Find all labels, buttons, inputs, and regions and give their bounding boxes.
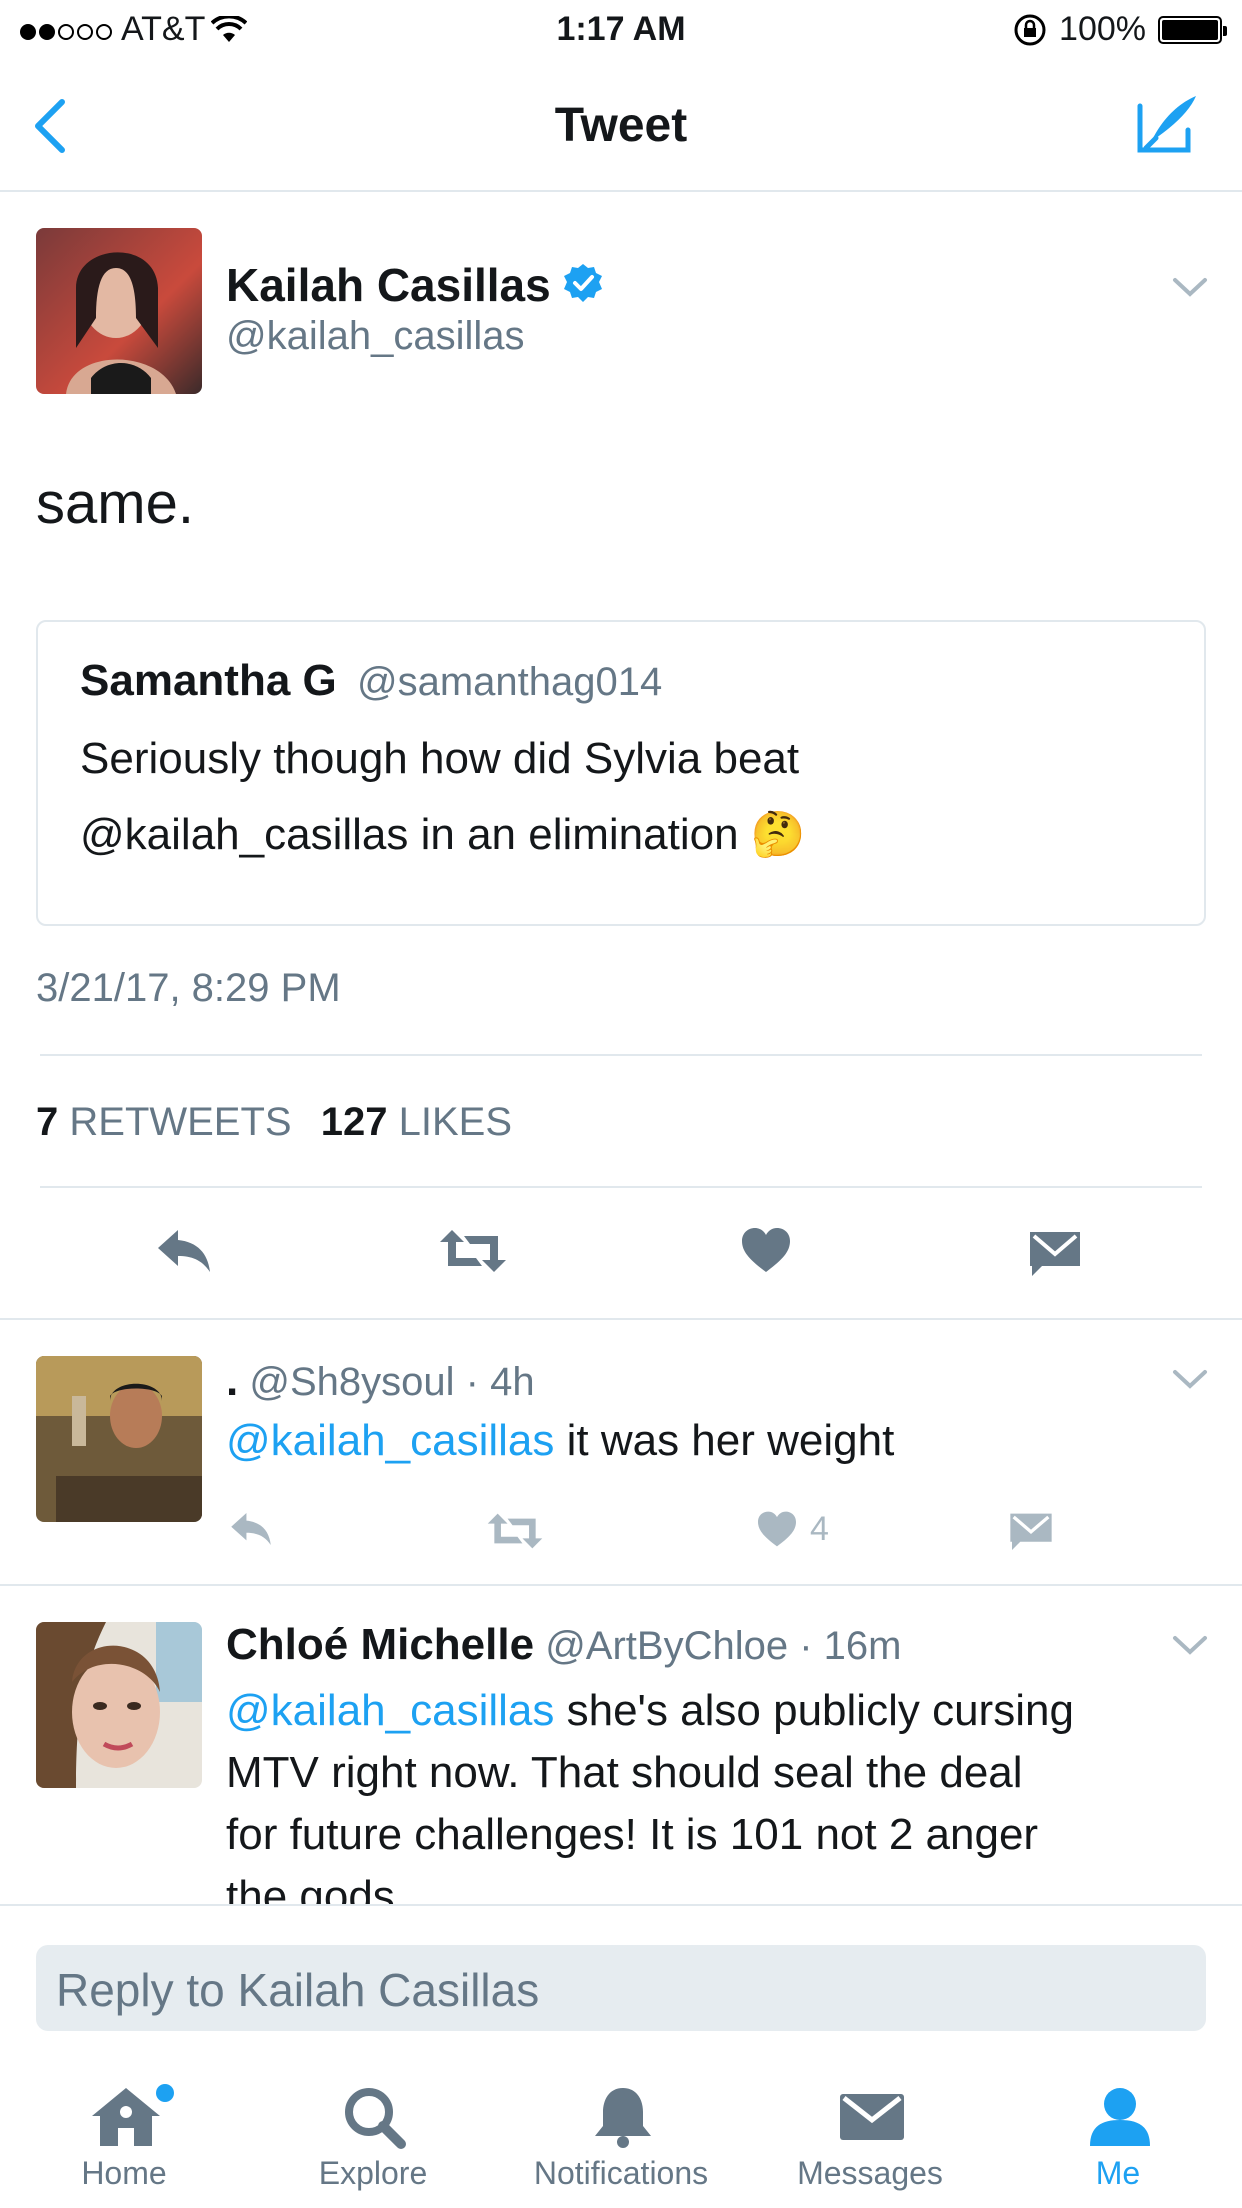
home-icon bbox=[92, 2088, 160, 2146]
bell-icon bbox=[595, 2088, 651, 2148]
divider bbox=[40, 1054, 1202, 1056]
tweet-menu-chevron-down-icon[interactable] bbox=[1172, 276, 1208, 298]
reply-text: @kailah_casillas she's also publicly cur… bbox=[226, 1680, 1074, 1904]
reply-avatar-image bbox=[36, 1356, 202, 1522]
author-avatar[interactable] bbox=[36, 228, 202, 394]
reply-avatar-image bbox=[36, 1622, 202, 1788]
reply-body-line2: MTV right now. That should seal the deal bbox=[226, 1748, 1023, 1797]
status-bar: AT&T 1:17 AM 100% bbox=[0, 0, 1242, 60]
author-handle[interactable]: @kailah_casillas bbox=[226, 314, 525, 359]
tab-bar: Home Explore Notifications Messages Me bbox=[0, 2060, 1242, 2208]
tab-label: Explore bbox=[318, 2155, 428, 2191]
quoted-author-handle: @samanthag014 bbox=[356, 660, 663, 704]
quoted-tweet[interactable]: Samantha G @samanthag014 Seriously thoug… bbox=[36, 620, 1206, 926]
reply-time: · 4h bbox=[465, 1360, 535, 1404]
retweets-count: 7 bbox=[36, 1100, 59, 1144]
retweet-icon[interactable] bbox=[440, 1230, 506, 1272]
reply-author-handle: @ArtByChloe bbox=[545, 1624, 789, 1668]
reply-author-name: . bbox=[226, 1356, 239, 1405]
reply-actions: 4 bbox=[0, 1506, 1242, 1556]
reply-body-line1: she's also publicly cursing bbox=[554, 1686, 1074, 1735]
compose-icon bbox=[1137, 96, 1196, 153]
reply-avatar[interactable] bbox=[36, 1356, 202, 1522]
search-icon bbox=[345, 2088, 406, 2149]
reply-icon[interactable] bbox=[228, 1510, 274, 1548]
reply-text: @kailah_casillas it was her weight bbox=[226, 1416, 894, 1466]
tab-label: Messages bbox=[797, 2155, 943, 2191]
reply-body-line4: the gods bbox=[226, 1872, 395, 1904]
tweet-actions bbox=[0, 1220, 1242, 1290]
reply-author-name: Chloé Michelle bbox=[226, 1620, 535, 1669]
like-heart-icon[interactable] bbox=[756, 1510, 798, 1548]
quoted-text-line2: @kailah_casillas in an elimination bbox=[80, 810, 739, 859]
divider bbox=[0, 1904, 1242, 1906]
compose-button[interactable] bbox=[1132, 90, 1202, 160]
reply-icon[interactable] bbox=[154, 1226, 214, 1276]
reply-item[interactable]: . @Sh8ysoul · 4h @kailah_casillas it was… bbox=[0, 1320, 1242, 1584]
reply-body: it was her weight bbox=[554, 1416, 895, 1465]
reply-avatar[interactable] bbox=[36, 1622, 202, 1788]
tab-label: Me bbox=[1095, 2155, 1141, 2191]
direct-message-icon[interactable] bbox=[1008, 1512, 1054, 1550]
retweets-label: RETWEETS bbox=[69, 1100, 292, 1144]
author-avatar-image bbox=[36, 228, 202, 394]
reply-body-line3: for future challenges! It is 101 not 2 a… bbox=[226, 1810, 1039, 1859]
reply-menu-chevron-down-icon[interactable] bbox=[1172, 1634, 1208, 1656]
tweet-stats: 7 RETWEETS 127 LIKES bbox=[36, 1100, 512, 1145]
new-content-dot bbox=[156, 2084, 174, 2102]
quoted-author-name: Samantha G bbox=[80, 656, 337, 705]
envelope-icon bbox=[840, 2094, 904, 2140]
reply-like-count: 4 bbox=[810, 1510, 829, 1548]
likes-count: 127 bbox=[320, 1100, 388, 1144]
divider bbox=[40, 1186, 1202, 1188]
tweet-timestamp: 3/21/17, 8:29 PM bbox=[36, 966, 341, 1010]
direct-message-icon[interactable] bbox=[1028, 1230, 1082, 1276]
thinking-face-emoji: 🤔 bbox=[750, 810, 806, 859]
like-heart-icon[interactable] bbox=[740, 1226, 792, 1274]
tab-label: Notifications bbox=[533, 2155, 709, 2191]
person-icon bbox=[1090, 2088, 1150, 2146]
reply-mention-link[interactable]: @kailah_casillas bbox=[226, 1416, 554, 1465]
retweet-icon[interactable] bbox=[487, 1513, 543, 1549]
reply-author-handle: @Sh8ysoul bbox=[249, 1360, 455, 1404]
reply-mention-link[interactable]: @kailah_casillas bbox=[226, 1686, 554, 1735]
likes-stat[interactable]: 127 LIKES bbox=[321, 1100, 512, 1144]
reply-menu-chevron-down-icon[interactable] bbox=[1172, 1368, 1208, 1390]
quoted-text-line1: Seriously though how did Sylvia beat bbox=[80, 734, 800, 783]
battery-icon bbox=[1158, 15, 1227, 44]
reply-item[interactable]: Chloé Michelle @ArtByChloe · 16m @kailah… bbox=[0, 1586, 1242, 1904]
author-name[interactable]: Kailah Casillas bbox=[226, 258, 551, 312]
reply-input[interactable]: Reply to Kailah Casillas bbox=[36, 1945, 1206, 2031]
verified-badge-icon bbox=[564, 264, 602, 302]
reply-time: · 16m bbox=[799, 1624, 902, 1668]
tab-label: Home bbox=[81, 2155, 167, 2191]
retweets-stat[interactable]: 7 RETWEETS bbox=[36, 1100, 303, 1144]
likes-label: LIKES bbox=[398, 1100, 513, 1144]
page-title: Tweet bbox=[554, 99, 688, 152]
nav-bar: Tweet bbox=[0, 60, 1242, 192]
battery-percent: 100% bbox=[1059, 10, 1146, 48]
tweet-text: same. bbox=[36, 471, 194, 536]
rotation-lock-icon bbox=[1014, 14, 1046, 45]
